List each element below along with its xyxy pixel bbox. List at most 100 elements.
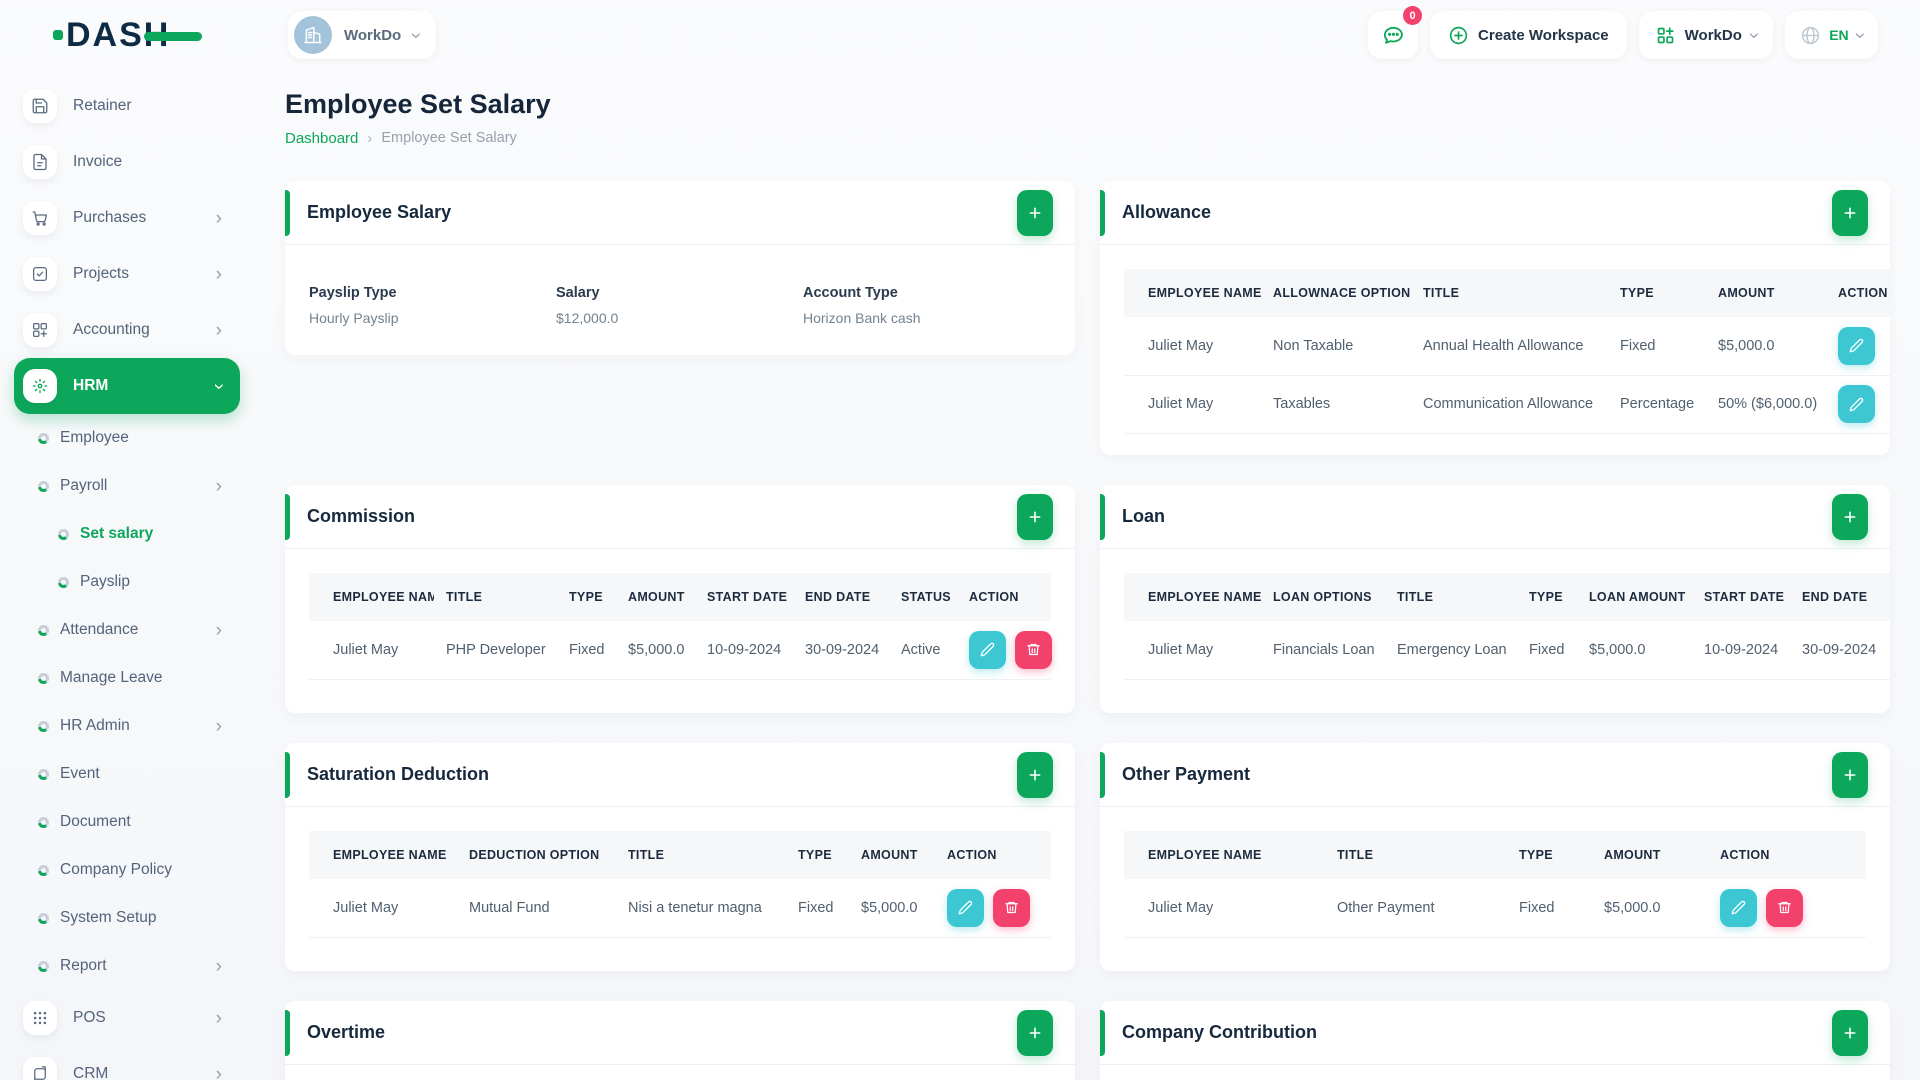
table-cell: Fixed [1517,621,1577,680]
workspace-switcher[interactable]: WorkDo › [288,11,436,59]
card-title: Saturation Deduction [307,764,490,784]
allowance-card: Allowance EMPLOYEE NAME ALLOWNACE OPTION T… [1100,181,1890,455]
sidebar-item-document[interactable]: Document [0,798,240,846]
logo-dot-icon [53,29,63,40]
sidebar-item-projects[interactable]: Projects › [0,246,240,302]
add-button[interactable] [1017,493,1053,540]
plus-icon [1844,207,1856,218]
table-cell: Annual Health Allowance [1411,317,1608,376]
add-button[interactable] [1832,1009,1868,1056]
hrm-people-icon [23,369,57,403]
chevron-right-icon: › [215,207,222,229]
dots-grid-icon [23,1001,57,1035]
sidebar-item-payslip[interactable]: Payslip [0,558,240,606]
column-header: TYPE [1620,286,1654,300]
column-header: EMPLOYEE NAME [1148,848,1262,862]
create-workspace-label: Create Workspace [1478,26,1609,44]
add-button[interactable] [1832,189,1868,236]
sidebar-item-invoice[interactable]: Invoice [0,134,240,190]
field-value: Hourly Payslip [309,310,399,326]
company-contribution-card: Company Contribution [1100,1001,1890,1080]
column-header: ACTION [969,590,1019,604]
sidebar-item-label: Payslip [80,573,130,590]
card-accent [1100,1010,1105,1056]
table-cell: Non Taxable [1261,317,1411,376]
column-header: TITLE [1397,590,1434,604]
card-title: Commission [307,506,416,526]
field-payslip-type: Payslip Type Hourly Payslip [309,285,556,326]
table-cell: Juliet May [1124,621,1261,680]
edit-button[interactable] [1720,888,1757,927]
edit-button[interactable] [1838,326,1875,365]
delete-button[interactable] [1766,888,1803,927]
app-logo[interactable]: DASH [53,16,226,55]
sidebar-item-system-setup[interactable]: System Setup [0,894,240,942]
column-header: EMPLOYEE NAME [1148,286,1261,300]
sidebar-item-label: System Setup [60,909,157,926]
add-button[interactable] [1832,751,1868,798]
table-cell: Financials Loan [1261,621,1385,680]
edit-button[interactable] [969,630,1006,669]
column-header: LOAN AMOUNT [1589,590,1686,604]
sidebar-item-manage-leave[interactable]: Manage Leave [0,654,240,702]
sidebar-item-retainer[interactable]: Retainer [0,78,240,134]
chevron-right-icon: › [215,319,222,341]
column-header: AMOUNT [861,848,918,862]
sidebar-item-hrm[interactable]: HRM › [14,358,240,414]
table-cell: Fixed [786,879,849,938]
column-header: LOAN OPTIONS [1273,590,1372,604]
pencil-icon [1849,339,1864,353]
sidebar-item-event[interactable]: Event [0,750,240,798]
table-cell: Percentage [1608,375,1706,434]
sidebar-item-label: Payroll [60,477,108,494]
sidebar-item-hr-admin[interactable]: HR Admin › [0,702,240,750]
chat-button[interactable]: 0 [1368,6,1423,59]
edit-button[interactable] [1838,385,1875,423]
column-header: TYPE [1529,590,1563,604]
saturation-deduction-card: Saturation Deduction EMPLOYEE NAME DEDUCT… [285,743,1075,971]
column-header: START DATE [707,590,788,604]
create-workspace-button[interactable]: Create Workspace [1430,11,1627,59]
chevron-down-icon: › [1743,31,1765,39]
apps-menu-label: WorkDo [1684,26,1742,44]
sidebar-item-employee[interactable]: Employee [0,414,240,462]
chevron-right-icon: › [215,619,222,641]
delete-button[interactable] [993,888,1030,927]
table-cell: Active [889,621,957,680]
sidebar-item-label: Accounting [73,321,150,338]
column-header: TITLE [628,848,665,862]
commission-table: EMPLOYEE NAME TITLE TYPE AMOUNT START DATE EN… [309,573,1052,680]
sidebar-item-payroll[interactable]: Payroll › [0,462,240,510]
sidebar-item-set-salary[interactable]: Set salary [0,510,240,558]
breadcrumb-dashboard-link[interactable]: Dashboard [285,130,358,147]
table-cell: Fixed [557,621,616,680]
sidebar: Retainer Invoice Purchases › Projects › [0,70,240,1080]
card-accent [285,190,290,236]
table-row: Juliet May Financials Loan Emergency Loan F… [1124,621,1890,680]
trash-icon [1005,902,1018,914]
table-cell: $5,000.0 [1706,317,1826,376]
add-button[interactable] [1017,1009,1053,1056]
sidebar-item-purchases[interactable]: Purchases › [0,190,240,246]
sidebar-item-crm[interactable]: CRM › [0,1046,240,1080]
sidebar-item-company-policy[interactable]: Company Policy [0,846,240,894]
sidebar-item-pos[interactable]: POS › [0,990,240,1046]
sidebar-item-label: HR Admin [60,717,130,734]
bullet-icon [38,816,49,828]
apps-menu-button[interactable]: WorkDo › [1638,11,1774,59]
edit-button[interactable] [947,888,984,927]
add-button[interactable] [1017,189,1053,236]
column-header: DEDUCTION OPTION [469,848,600,862]
sidebar-item-accounting[interactable]: Accounting › [0,302,240,358]
sidebar-item-report[interactable]: Report › [0,942,240,990]
sidebar-item-label: Document [60,813,131,830]
add-button[interactable] [1832,493,1868,540]
sidebar-item-label: Retainer [73,97,132,114]
language-selector[interactable]: EN › [1785,11,1878,59]
sidebar-item-attendance[interactable]: Attendance › [0,606,240,654]
add-button[interactable] [1017,751,1053,798]
delete-button[interactable] [1015,630,1052,669]
table-cell: Juliet May [1124,317,1261,376]
chevron-right-icon: › [215,715,222,737]
bullet-icon [38,720,49,732]
